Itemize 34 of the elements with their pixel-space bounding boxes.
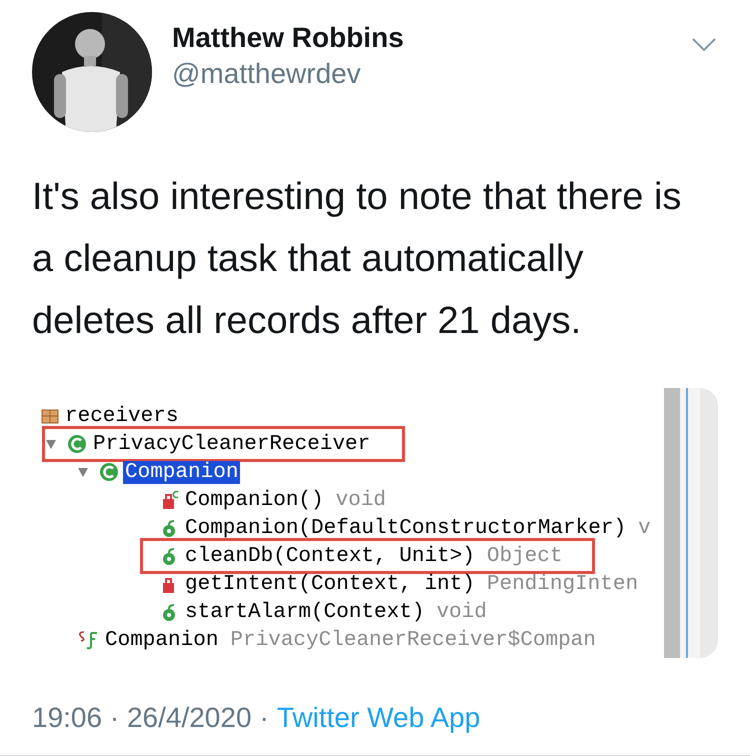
- tree-label[interactable]: Companion: [103, 628, 220, 652]
- author-handle[interactable]: @matthewrdev: [172, 58, 404, 90]
- class-icon: [99, 462, 119, 482]
- return-type: Object: [486, 544, 562, 568]
- expand-arrow-icon[interactable]: [77, 466, 89, 478]
- private-method-icon: [161, 490, 179, 510]
- timestamp: 19:06 · 26/4/2020: [32, 702, 252, 734]
- return-type: PendingInten: [486, 572, 638, 596]
- return-type: void: [336, 488, 386, 512]
- tree-item[interactable]: startAlarm(Context) void: [140, 598, 496, 626]
- tree-item[interactable]: Companion PrivacyCleanerReceiver$Compan: [74, 626, 605, 654]
- tree-label[interactable]: getIntent(Context, int): [183, 572, 477, 596]
- tree-label[interactable]: Companion(DefaultConstructorMarker): [183, 516, 628, 540]
- static-field-icon: [77, 630, 99, 650]
- tree-label[interactable]: receivers: [63, 404, 180, 428]
- tree-item[interactable]: PrivacyCleanerReceiver: [42, 426, 406, 462]
- tree-label[interactable]: Companion: [123, 460, 240, 484]
- tree-label[interactable]: startAlarm(Context): [183, 600, 426, 624]
- author-name[interactable]: Matthew Robbins: [172, 22, 404, 54]
- expand-arrow-icon[interactable]: [45, 438, 57, 450]
- class-icon: [67, 434, 87, 454]
- tree-label[interactable]: cleanDb(Context, Unit>): [183, 544, 477, 568]
- tree-item[interactable]: Companion() void: [140, 486, 396, 514]
- chevron-down-icon[interactable]: [692, 38, 716, 52]
- return-type: PrivacyCleanerReceiver$Compan: [230, 628, 596, 652]
- scrollbar[interactable]: [664, 388, 718, 658]
- tree-label[interactable]: Companion(): [183, 488, 326, 512]
- tree-label[interactable]: PrivacyCleanerReceiver: [91, 432, 372, 456]
- return-type: v: [638, 516, 651, 540]
- separator: ·: [260, 702, 269, 734]
- tweet-text: It's also interesting to note that there is a cleanup task that automatically deletes all records after 21 days.: [32, 175, 682, 344]
- return-type: void: [436, 600, 487, 624]
- package-icon: [41, 407, 59, 425]
- tree-item[interactable]: cleanDb(Context, Unit>) Object: [140, 538, 596, 574]
